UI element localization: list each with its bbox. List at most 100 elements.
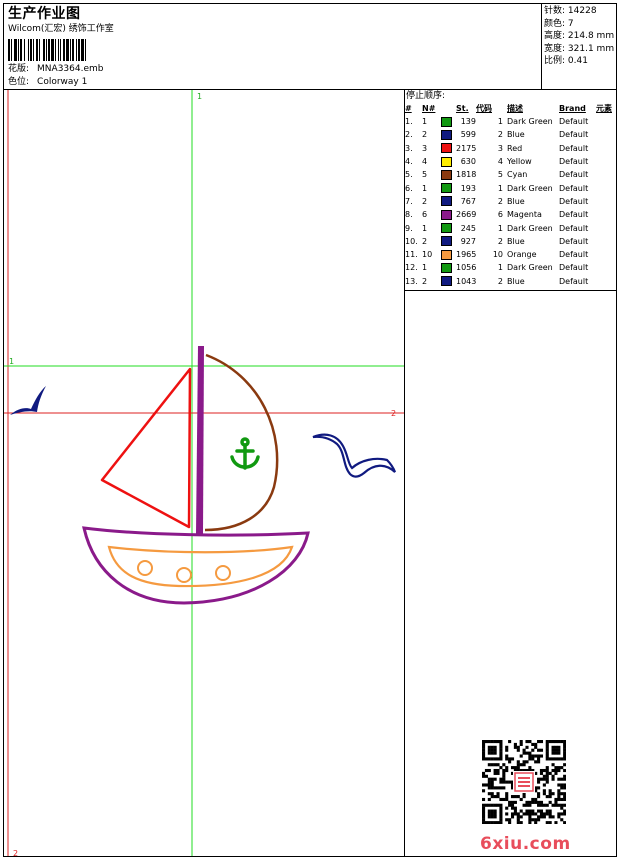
row-needle: 1 <box>422 223 428 233</box>
row-needle: 1 <box>422 117 428 127</box>
grid-marker-left: 1 <box>9 357 14 366</box>
table-row: 13. 2 1043 2 Blue Default <box>405 275 616 288</box>
row-color-swatch <box>441 261 456 274</box>
stat-stitches: 针数: 14228 <box>544 6 597 16</box>
barcode-image <box>8 39 86 61</box>
row-needle: 2 <box>422 130 428 140</box>
row-color-swatch <box>441 168 456 181</box>
row-description: Cyan <box>507 170 528 180</box>
row-color-swatch <box>441 195 456 208</box>
row-code: 2 <box>497 196 503 206</box>
row-code: 2 <box>497 130 503 140</box>
row-element <box>596 142 616 155</box>
row-stitches: 1056 <box>456 263 476 273</box>
row-brand: Default <box>559 183 589 193</box>
row-code: 1 <box>497 223 503 233</box>
row-color-swatch <box>441 181 456 194</box>
stat-height: 高度: 214.8 mm <box>544 31 615 41</box>
row-needle: 1 <box>422 263 428 273</box>
row-stitches: 1965 <box>456 250 476 260</box>
row-index: 12. <box>405 263 418 273</box>
row-description: Dark Green <box>507 263 553 273</box>
design-file-label: 花版: <box>8 64 30 74</box>
row-stitches: 599 <box>460 130 476 140</box>
table-header-row: # N# St. 代码 描述 Brand 元素 <box>405 102 616 115</box>
row-brand: Default <box>559 210 589 220</box>
row-code: 10 <box>492 250 503 260</box>
design-stats: 针数: 14228 颜色: 7 高度: 214.8 mm 宽度: 321.1 m… <box>544 5 618 68</box>
row-stitches: 630 <box>460 157 476 167</box>
row-description: Orange <box>507 250 537 260</box>
embroidery-design-preview: 1 1 2 2 <box>4 90 404 856</box>
row-color-swatch <box>441 155 456 168</box>
table-row: 5. 5 1818 5 Cyan Default <box>405 168 616 181</box>
row-description: Blue <box>507 196 525 206</box>
row-color-swatch <box>441 115 456 128</box>
row-needle: 5 <box>422 170 428 180</box>
row-stitches: 927 <box>460 236 476 246</box>
stop-sequence-table: # N# St. 代码 描述 Brand 元素 1. 1 139 1 Dark Gree… <box>405 102 616 288</box>
row-code: 5 <box>497 170 503 180</box>
row-brand: Default <box>559 223 589 233</box>
row-element <box>596 275 616 288</box>
row-brand: Default <box>559 130 589 140</box>
row-brand: Default <box>559 276 589 286</box>
production-worksheet: 生产作业图 Wilcom(汇宏) 绣饰工作室 花版: MNA3364.emb 色位… <box>3 3 617 857</box>
row-color-swatch <box>441 142 456 155</box>
color-swatch <box>441 223 452 234</box>
row-stitches: 1818 <box>456 170 476 180</box>
row-brand: Default <box>559 157 589 167</box>
table-bottom-border <box>405 290 616 291</box>
stop-sequence-panel: 停止顺序: # N# St. 代码 描述 Brand 元素 1. 1 139 1 Dar… <box>405 90 616 288</box>
row-stitches: 767 <box>460 196 476 206</box>
row-index: 10. <box>405 236 418 246</box>
table-row: 3. 3 2175 3 Red Default <box>405 142 616 155</box>
table-row: 11. 10 1965 10 Orange Default <box>405 248 616 261</box>
row-brand: Default <box>559 263 589 273</box>
row-stitches: 1043 <box>456 276 476 286</box>
row-brand: Default <box>559 170 589 180</box>
right-bird-shape <box>312 433 397 478</box>
table-row: 6. 1 193 1 Dark Green Default <box>405 181 616 194</box>
row-needle: 10 <box>422 250 433 260</box>
left-bird-shape <box>10 386 46 415</box>
row-needle: 4 <box>422 157 428 167</box>
table-row: 4. 4 630 4 Yellow Default <box>405 155 616 168</box>
grid-marker-bottom: 2 <box>13 849 18 856</box>
row-element <box>596 261 616 274</box>
row-element <box>596 248 616 261</box>
header-divider <box>541 4 542 89</box>
row-description: Dark Green <box>507 117 553 127</box>
row-code: 6 <box>497 210 503 220</box>
porthole-left <box>137 560 153 576</box>
row-element <box>596 155 616 168</box>
row-index: 11. <box>405 250 418 260</box>
stat-width: 宽度: 321.1 mm <box>544 43 615 54</box>
color-swatch <box>441 183 452 194</box>
row-brand: Default <box>559 196 589 206</box>
red-sail <box>100 367 192 529</box>
grid-marker-top: 1 <box>197 92 202 101</box>
row-brand: Default <box>559 236 589 246</box>
color-swatch <box>441 249 452 260</box>
col-stitches-header: St. <box>456 104 469 113</box>
stat-colors: 颜色: 7 <box>544 18 574 29</box>
porthole-center <box>176 567 192 583</box>
col-element-header: 元素 <box>596 104 612 113</box>
row-element <box>596 195 616 208</box>
row-color-swatch <box>441 208 456 221</box>
row-stitches: 193 <box>460 183 476 193</box>
stop-sequence-title: 停止顺序: <box>406 91 446 101</box>
table-row: 7. 2 767 2 Blue Default <box>405 195 616 208</box>
row-needle: 3 <box>422 143 428 153</box>
row-needle: 1 <box>422 183 428 193</box>
table-row: 1. 1 139 1 Dark Green Default <box>405 115 616 128</box>
row-code: 1 <box>497 117 503 127</box>
colorway-value: Colorway 1 <box>37 77 88 87</box>
col-code-header: 代码 <box>476 104 492 113</box>
row-index: 8. <box>405 210 413 220</box>
col-swatch-header <box>441 102 456 115</box>
table-row: 12. 1 1056 1 Dark Green Default <box>405 261 616 274</box>
row-code: 2 <box>497 276 503 286</box>
row-index: 6. <box>405 183 413 193</box>
